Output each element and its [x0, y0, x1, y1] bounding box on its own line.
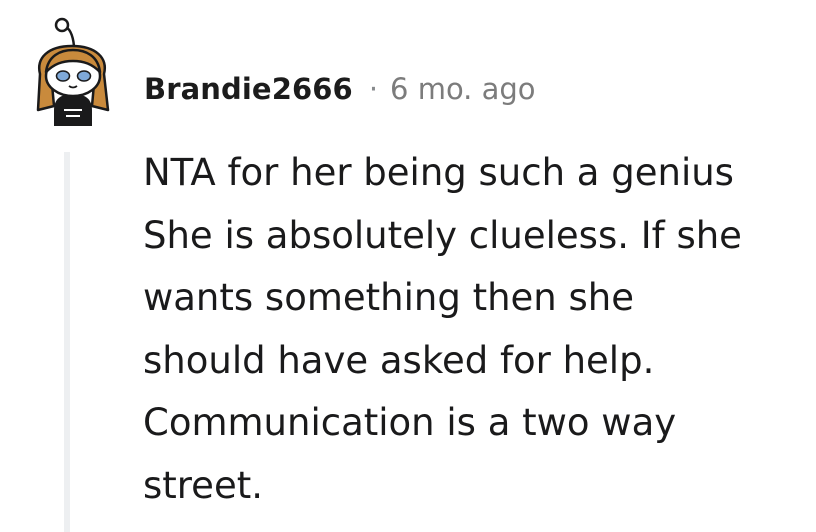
meta-separator: ·: [368, 72, 379, 106]
thread-collapse-line[interactable]: [64, 152, 70, 532]
comment-body-line: She is absolutely clueless. If she: [143, 213, 742, 257]
comment-body-line: street.: [143, 463, 263, 507]
comment: Brandie2666 · 6 mo. ago NTA for her bein…: [0, 0, 816, 532]
comment-body-line: wants something then she: [143, 276, 635, 319]
comment-timestamp[interactable]: 6 mo. ago: [390, 72, 536, 106]
username-link[interactable]: Brandie2666: [144, 72, 353, 106]
comment-header: Brandie2666 · 6 mo. ago: [144, 66, 536, 112]
comment-body: NTA for her being such a genius She is a…: [143, 142, 803, 517]
avatar-icon: [36, 17, 110, 126]
comment-body-line: Communication is a two way: [143, 401, 677, 444]
comment-body-line: should have asked for help.: [143, 338, 655, 382]
user-avatar[interactable]: [26, 14, 120, 132]
comment-body-line: NTA for her being such a genius: [143, 151, 734, 194]
